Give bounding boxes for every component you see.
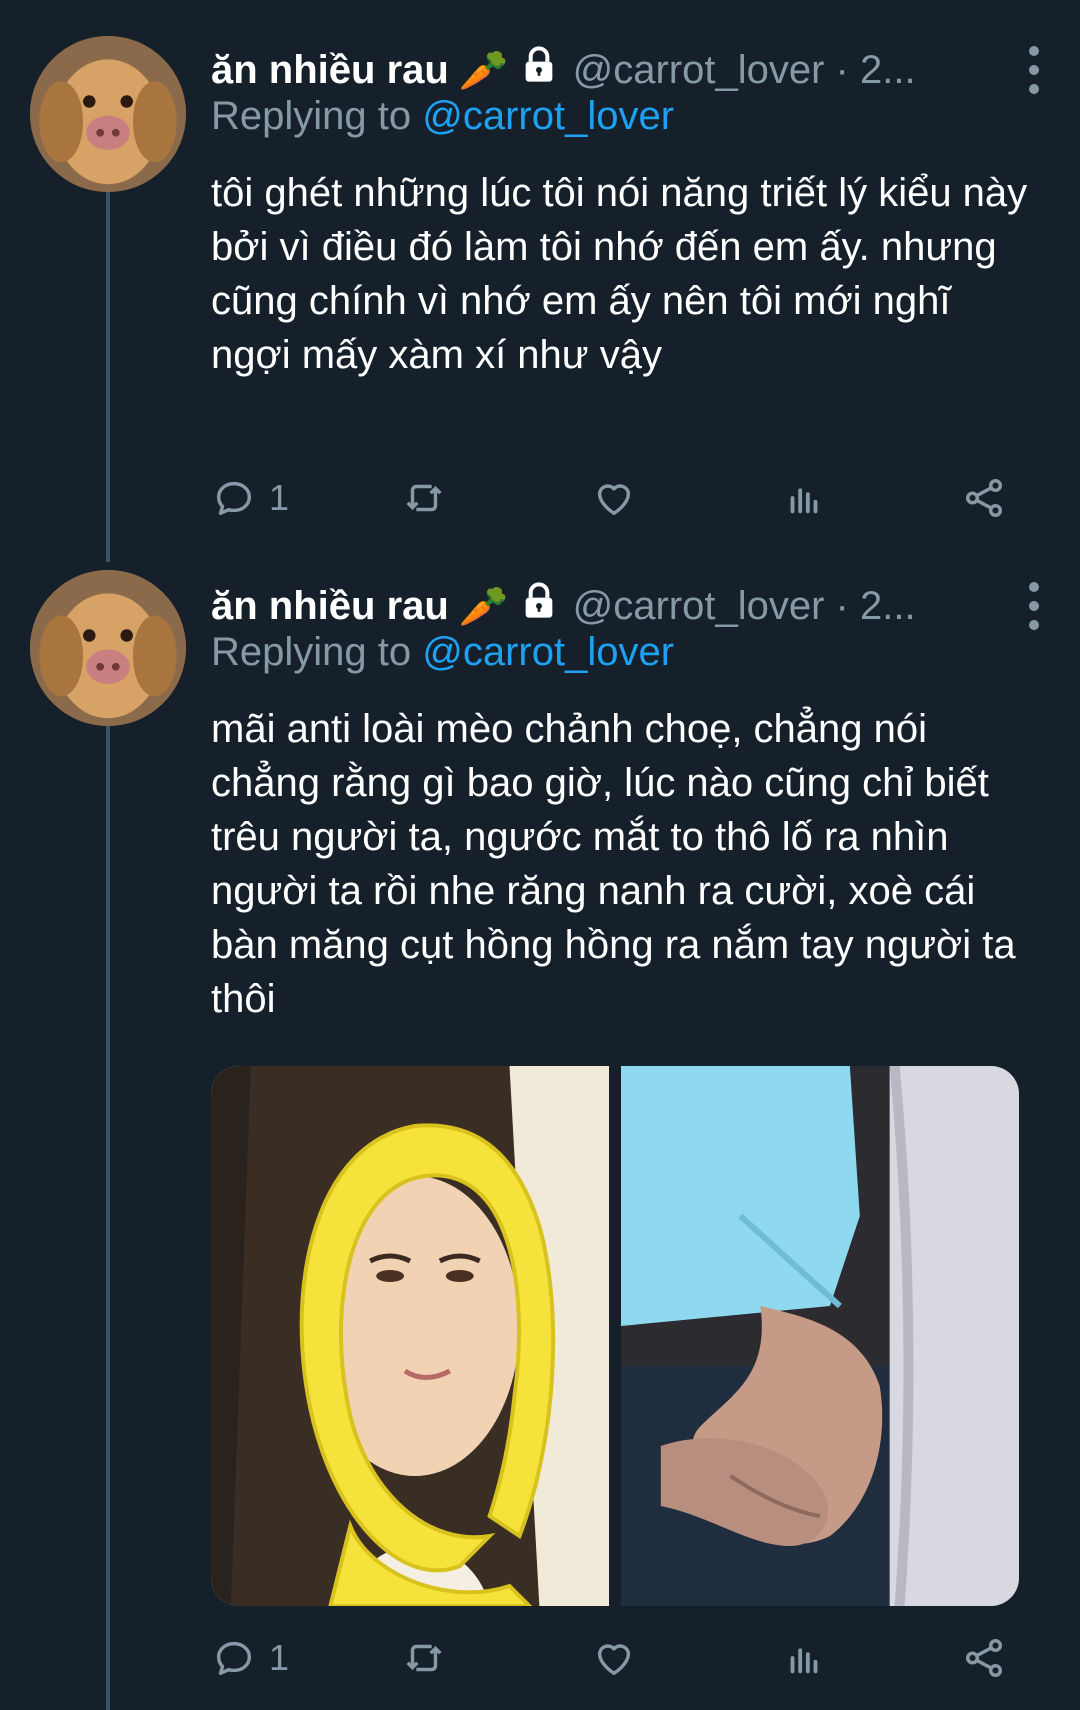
display-name[interactable]: ăn nhiều rau: [211, 48, 449, 93]
like-button[interactable]: [591, 1635, 781, 1681]
tweet-media: [211, 1066, 1019, 1606]
like-icon: [597, 484, 631, 516]
replying-to-label: Replying to: [211, 94, 412, 138]
like-icon: [597, 1644, 631, 1676]
tweet-actions: 1: [211, 1630, 1011, 1686]
more-icon[interactable]: [1024, 46, 1044, 94]
photo-girl-with-balloon[interactable]: [211, 1066, 609, 1606]
replying-to: Replying to @carrot_lover: [211, 630, 674, 675]
analytics-icon: [790, 488, 818, 514]
replying-to-label: Replying to: [211, 630, 412, 674]
avatar[interactable]: [30, 36, 186, 192]
retweet-button[interactable]: [401, 475, 591, 521]
dog-avatar-image: [30, 570, 186, 726]
reply-count: 1: [269, 477, 290, 518]
reply-count: 1: [269, 1637, 290, 1678]
reply-button[interactable]: 1: [211, 475, 401, 521]
like-button[interactable]: [591, 475, 781, 521]
carrot-emoji: 🥕: [458, 48, 509, 93]
tweet-header: ăn nhiều rau 🥕 @carrot_lover · 2...: [211, 40, 1040, 100]
display-name[interactable]: ăn nhiều rau: [211, 584, 449, 629]
tweet-text: tôi ghét những lúc tôi nói năng triết lý…: [211, 171, 1028, 377]
more-icon[interactable]: [1024, 582, 1044, 630]
analytics-button[interactable]: [781, 1635, 961, 1681]
tweet[interactable]: ăn nhiều rau 🥕 @carrot_lover · 2... Repl…: [0, 0, 1080, 560]
share-icon: [965, 479, 1003, 517]
replying-to: Replying to @carrot_lover: [211, 94, 674, 139]
tweet[interactable]: ăn nhiều rau 🥕 @carrot_lover · 2... Repl…: [0, 560, 1080, 1710]
replying-to-mention[interactable]: @carrot_lover: [422, 94, 674, 138]
tweet-text: mãi anti loài mèo chảnh choẹ, chẳng nói …: [211, 707, 1016, 1021]
analytics-button[interactable]: [781, 475, 961, 521]
reply-icon: [216, 481, 252, 516]
dog-avatar-image: [30, 36, 186, 192]
replying-to-mention[interactable]: @carrot_lover: [422, 630, 674, 674]
avatar[interactable]: [30, 570, 186, 726]
analytics-icon: [790, 1648, 818, 1674]
carrot-emoji: 🥕: [458, 584, 509, 629]
photo-holding-hands[interactable]: [621, 1066, 1019, 1606]
lock-icon: [519, 581, 559, 631]
handle-and-time[interactable]: @carrot_lover · 2...: [573, 48, 916, 93]
share-icon: [965, 1639, 1003, 1677]
handle-and-time[interactable]: @carrot_lover · 2...: [573, 584, 916, 629]
share-button[interactable]: [961, 1635, 1007, 1681]
retweet-icon: [406, 1644, 442, 1672]
reply-button[interactable]: 1: [211, 1635, 401, 1681]
lock-icon: [519, 45, 559, 95]
reply-icon: [216, 1641, 252, 1676]
tweet-actions: 1: [211, 470, 1011, 526]
retweet-icon: [406, 484, 442, 512]
tweet-header: ăn nhiều rau 🥕 @carrot_lover · 2...: [211, 576, 1040, 636]
share-button[interactable]: [961, 475, 1007, 521]
retweet-button[interactable]: [401, 1635, 591, 1681]
